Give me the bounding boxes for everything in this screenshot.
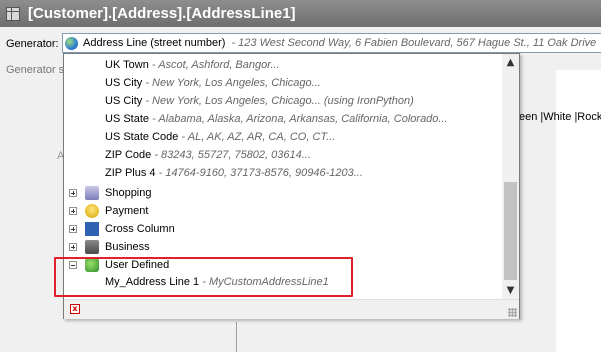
tree-item-zip-code[interactable]: ZIP Code - 83243, 55727, 75802, 03614... [105,146,311,164]
item-name: ZIP Code [105,149,152,161]
window-title-bar: [Customer].[Address].[AddressLine1] [0,0,601,27]
scroll-up-arrow-icon[interactable]: ▲ [502,54,519,71]
cross-column-icon [85,222,99,236]
tree-item-us-state[interactable]: US State - Alabama, Alaska, Arizona, Ark… [105,110,448,128]
category-name: Payment [105,205,149,217]
item-name: US State [105,113,150,125]
tree-item-us-city[interactable]: US City - New York, Los Angeles, Chicago… [105,74,321,92]
category-name: Cross Column [105,223,175,235]
item-name: UK Town [105,59,149,71]
vertical-scrollbar[interactable]: ▲ ▼ [502,54,519,299]
tree-category-cross-column[interactable]: Cross Column [69,220,469,238]
expand-icon[interactable] [69,207,77,215]
highlight-annotation [54,257,353,297]
coins-icon [85,204,99,218]
expand-icon[interactable] [69,243,77,251]
shopping-cart-icon [85,186,99,200]
close-icon[interactable]: x [70,304,80,314]
item-name: ZIP Plus 4 [105,167,156,179]
briefcase-icon [85,240,99,254]
item-desc: - Alabama, Alaska, Arizona, Arkansas, Ca… [149,113,448,125]
tree-item-zip-plus-4[interactable]: ZIP Plus 4 - 14764-9160, 37173-8576, 909… [105,164,363,182]
expand-icon[interactable] [69,189,77,197]
tree-item-uk-town[interactable]: UK Town - Ascot, Ashford, Bangor... [105,56,280,74]
tree-item-us-city-ironpython[interactable]: US City - New York, Los Angeles, Chicago… [105,92,414,110]
dropdown-footer: x [64,299,519,319]
item-desc: - 14764-9160, 37173-8576, 90946-1203... [155,167,363,179]
item-desc: - AL, AK, AZ, AR, CA, CO, CT... [178,131,336,143]
generator-label: Generator: [6,38,59,50]
item-name: US City [105,77,143,89]
generator-selected-desc: - 123 West Second Way, 6 Fabien Boulevar… [231,37,597,49]
item-desc: - New York, Los Angeles, Chicago... [142,77,321,89]
scroll-thumb[interactable] [504,182,517,280]
tree-category-business[interactable]: Business [69,238,469,256]
scroll-down-arrow-icon[interactable]: ▼ [502,282,519,299]
generator-selected-name: Address Line (street number) [83,37,226,49]
category-name: Business [105,241,150,253]
tree-category-payment[interactable]: Payment [69,202,469,220]
item-desc: - Ascot, Ashford, Bangor... [148,59,280,71]
globe-icon [65,36,78,50]
item-name: US City [105,95,143,107]
generator-combobox[interactable]: Address Line (street number) - 123 West … [62,33,601,53]
window-title: [Customer].[Address].[AddressLine1] [28,5,296,22]
item-name: US State Code [105,131,179,143]
resize-grip-icon[interactable] [508,308,517,317]
generator-settings-label: Generator s [6,64,65,76]
tree-item-us-state-code[interactable]: US State Code - AL, AK, AZ, AR, CA, CO, … [105,128,335,146]
item-desc: - New York, Los Angeles, Chicago... (usi… [142,95,414,107]
item-desc: - 83243, 55727, 75802, 03614... [151,149,311,161]
category-name: Shopping [105,187,152,199]
preview-text: een |White |Rock [519,111,601,123]
panel-divider [236,322,237,352]
tree-category-shopping[interactable]: Shopping [69,184,469,202]
expand-icon[interactable] [69,225,77,233]
table-icon [6,6,20,21]
